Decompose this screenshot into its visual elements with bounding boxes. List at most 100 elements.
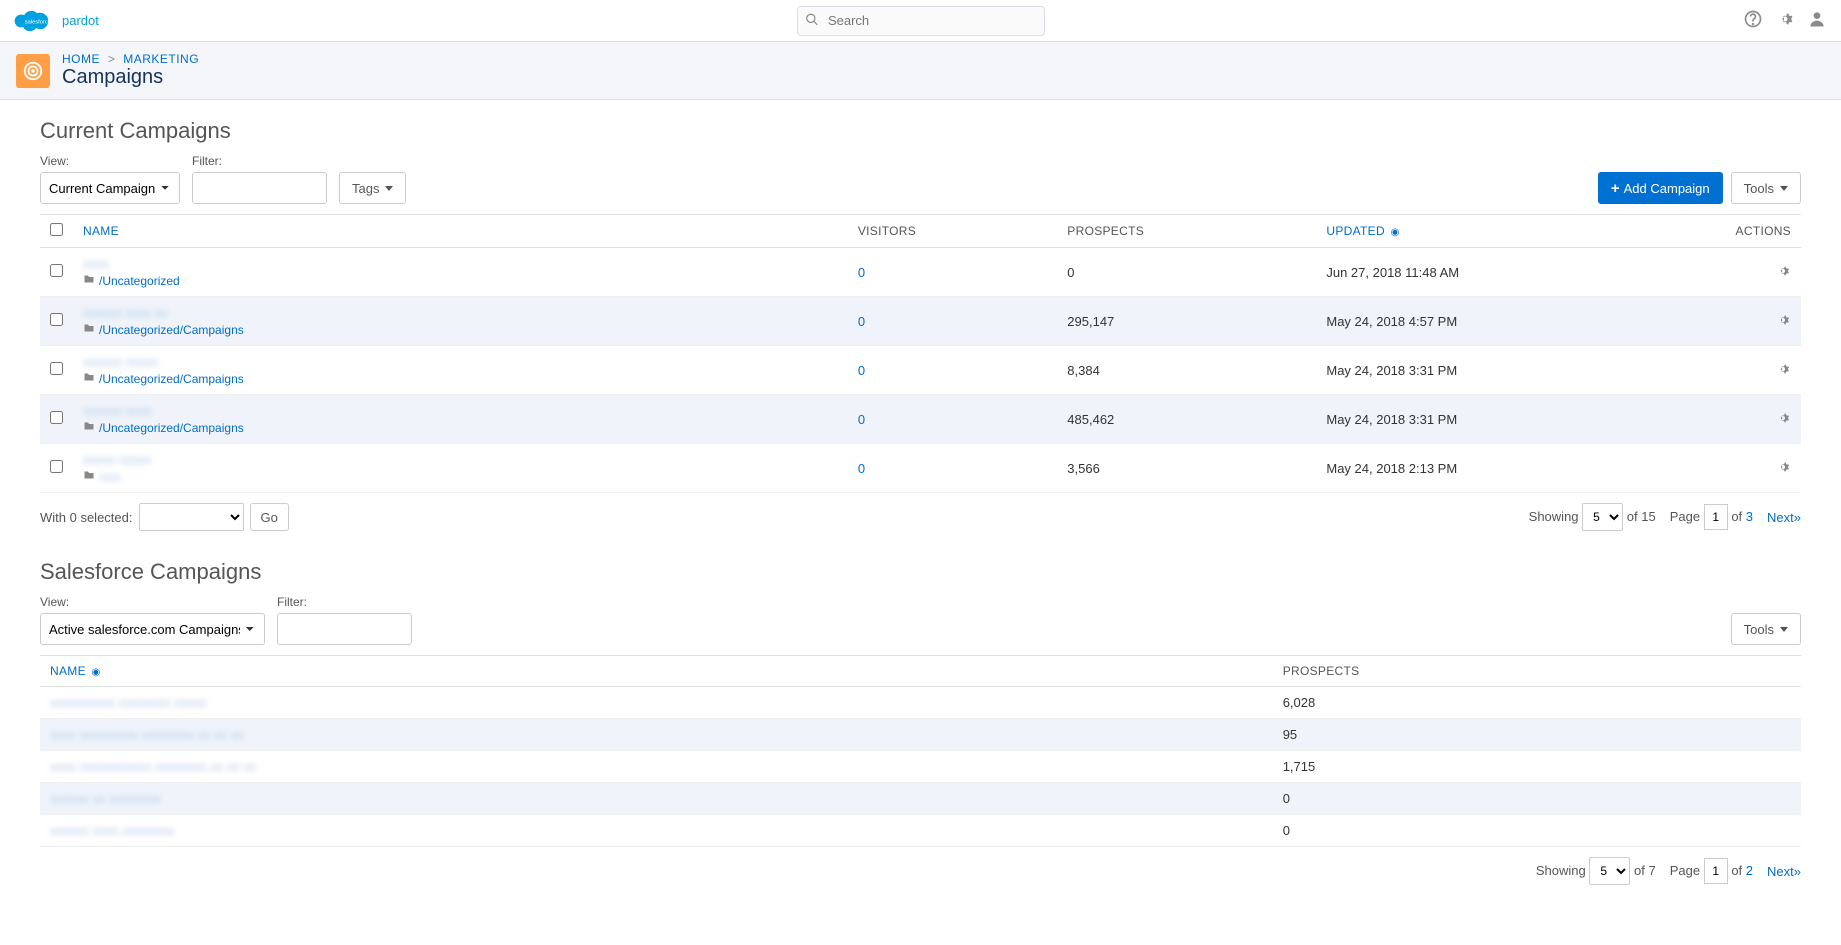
section-title-sf: Salesforce Campaigns (40, 559, 1801, 585)
prospects-value: 485,462 (1067, 412, 1114, 427)
table-row: xxxxxx xxxxx/Uncategorized/Campaigns 0 8,3… (40, 346, 1801, 395)
visitors-link[interactable]: 0 (858, 314, 865, 329)
brand-suffix: pardot (62, 13, 99, 28)
sf-campaign-name-link[interactable]: xxxxxx xxxx xxxxxxxx (50, 823, 174, 838)
table-row: xxxxxx xxxx xx/Uncategorized/Campaigns 0 2… (40, 297, 1801, 346)
prospects-value: 295,147 (1067, 314, 1114, 329)
visitors-link[interactable]: 0 (858, 363, 865, 378)
folder-icon (83, 371, 95, 386)
row-checkbox[interactable] (50, 411, 63, 424)
showing-total: of 15 (1627, 509, 1656, 524)
sf-prospects-value: 1,715 (1283, 759, 1316, 774)
row-actions-gear-icon[interactable] (1775, 312, 1791, 331)
current-campaigns-table: NAME VISITORS PROSPECTS UPDATED ◉ ACTION… (40, 214, 1801, 493)
sort-descending-icon: ◉ (1391, 227, 1400, 238)
user-icon[interactable] (1807, 9, 1827, 32)
sf-page-size-select[interactable]: 5 (1589, 857, 1630, 885)
visitors-link[interactable]: 0 (858, 265, 865, 280)
go-button[interactable]: Go (250, 503, 289, 531)
row-actions-gear-icon[interactable] (1775, 263, 1791, 282)
page-title: Campaigns (62, 66, 199, 89)
add-campaign-button[interactable]: +Add Campaign (1598, 172, 1723, 204)
column-name[interactable]: NAME (73, 215, 848, 248)
row-actions-gear-icon[interactable] (1775, 361, 1791, 380)
table-row: xxxxxxxxxx xxxxxxxx xxxxx 6,028 (40, 687, 1801, 719)
tools-button[interactable]: Tools (1731, 172, 1801, 204)
sf-column-prospects[interactable]: PROSPECTS (1273, 656, 1801, 687)
view-select[interactable]: Current Campaigns (40, 172, 180, 204)
row-checkbox[interactable] (50, 460, 63, 473)
search-icon (805, 12, 819, 29)
search-input[interactable] (797, 6, 1045, 36)
page-total-link[interactable]: 3 (1746, 509, 1753, 524)
row-checkbox[interactable] (50, 264, 63, 277)
row-actions-gear-icon[interactable] (1775, 459, 1791, 478)
chevron-down-icon (385, 186, 393, 191)
folder-path-link[interactable]: /xxx (99, 470, 120, 484)
sf-prospects-value: 0 (1283, 791, 1290, 806)
campaign-name-link[interactable]: xxxxx xxxxx (83, 452, 838, 467)
sf-campaigns-table: NAME ◉ PROSPECTS xxxxxxxxxx xxxxxxxx xxx… (40, 655, 1801, 847)
filter-label: Filter: (192, 154, 327, 168)
sort-ascending-icon: ◉ (92, 667, 101, 678)
salesforce-cloud-icon: salesforce (14, 7, 56, 35)
row-checkbox[interactable] (50, 313, 63, 326)
table-row: xxxxxx xx xxxxxxxx 0 (40, 783, 1801, 815)
sf-prospects-value: 0 (1283, 823, 1290, 838)
svg-text:salesforce: salesforce (25, 19, 51, 25)
with-selected-label: With 0 selected: (40, 510, 133, 525)
visitors-link[interactable]: 0 (858, 412, 865, 427)
visitors-link[interactable]: 0 (858, 461, 865, 476)
folder-icon (83, 420, 95, 435)
help-icon[interactable] (1743, 9, 1763, 32)
folder-path-link[interactable]: /Uncategorized/Campaigns (99, 421, 244, 435)
campaign-name-link[interactable]: xxxxxx xxxxx (83, 354, 838, 369)
current-campaigns-section: Current Campaigns View: Current Campaign… (40, 118, 1801, 531)
sf-prospects-value: 6,028 (1283, 695, 1316, 710)
updated-value: Jun 27, 2018 11:48 AM (1326, 265, 1459, 280)
column-visitors[interactable]: VISITORS (848, 215, 1057, 248)
sf-filter-input[interactable] (277, 613, 412, 645)
section-title-current: Current Campaigns (40, 118, 1801, 144)
chevron-down-icon (1780, 627, 1788, 632)
sf-page-input[interactable] (1704, 858, 1728, 884)
settings-icon[interactable] (1775, 9, 1795, 32)
filter-input[interactable] (192, 172, 327, 204)
sf-prospects-value: 95 (1283, 727, 1297, 742)
sf-view-select[interactable]: Active salesforce.com Campaigns (40, 613, 265, 645)
logo[interactable]: salesforce pardot (14, 7, 99, 35)
tags-button[interactable]: Tags (339, 172, 406, 204)
bulk-action-select[interactable] (139, 503, 244, 531)
prospects-value: 8,384 (1067, 363, 1100, 378)
sf-next-page-link[interactable]: Next» (1767, 864, 1801, 879)
sf-campaign-name-link[interactable]: xxxxxxxxxx xxxxxxxx xxxxx (50, 695, 207, 710)
column-prospects[interactable]: PROSPECTS (1057, 215, 1316, 248)
breadcrumb-home[interactable]: HOME (62, 52, 100, 66)
select-all-checkbox[interactable] (50, 223, 63, 236)
sf-tools-button[interactable]: Tools (1731, 613, 1801, 645)
chevron-down-icon (1780, 186, 1788, 191)
campaign-name-link[interactable]: xxxxxx xxxx xx (83, 305, 838, 320)
sf-campaign-name-link[interactable]: xxxxxx xx xxxxxxxx (50, 791, 161, 806)
next-page-link[interactable]: Next» (1767, 510, 1801, 525)
folder-path-link[interactable]: /Uncategorized/Campaigns (99, 372, 244, 386)
sf-page-total-link[interactable]: 2 (1746, 863, 1753, 878)
campaign-name-link[interactable]: xxxx (83, 256, 838, 271)
page-input[interactable] (1704, 504, 1728, 530)
breadcrumb-marketing[interactable]: MARKETING (123, 52, 199, 66)
row-actions-gear-icon[interactable] (1775, 410, 1791, 429)
sf-campaign-name-link[interactable]: xxxx xxxxxxxxxxx xxxxxxxx xx xx xx (50, 759, 257, 774)
plus-icon: + (1611, 180, 1620, 197)
sf-campaign-name-link[interactable]: xxxx xxxxxxxxx xxxxxxxx xx xx xx (50, 727, 244, 742)
column-updated[interactable]: UPDATED ◉ (1316, 215, 1725, 248)
folder-path-link[interactable]: /Uncategorized (99, 274, 180, 288)
page-size-select[interactable]: 5 (1582, 503, 1623, 531)
page-icon (16, 54, 50, 88)
table-row: xxxx xxxxxxxxx xxxxxxxx xx xx xx 95 (40, 719, 1801, 751)
campaign-name-link[interactable]: xxxxxx xxxx (83, 403, 838, 418)
folder-path-link[interactable]: /Uncategorized/Campaigns (99, 323, 244, 337)
row-checkbox[interactable] (50, 362, 63, 375)
table-row: xxxxxx xxxx/Uncategorized/Campaigns 0 485,… (40, 395, 1801, 444)
sf-column-name[interactable]: NAME ◉ (40, 656, 1273, 687)
table-row: xxxx xxxxxxxxxxx xxxxxxxx xx xx xx 1,715 (40, 751, 1801, 783)
